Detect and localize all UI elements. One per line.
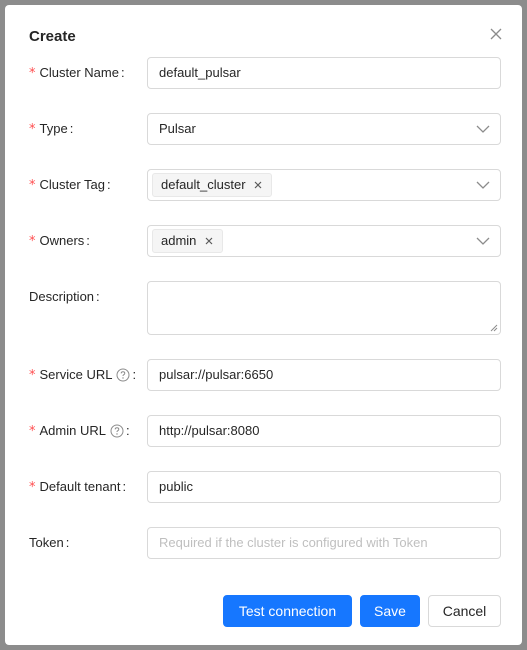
default-tenant-value: public xyxy=(159,479,193,494)
required-mark: * xyxy=(29,424,36,439)
owner-chip: admin xyxy=(152,229,224,253)
save-button[interactable]: Save xyxy=(360,595,420,627)
description-textarea[interactable] xyxy=(147,281,501,335)
token-input[interactable]: Required if the cluster is configured wi… xyxy=(147,527,501,559)
question-circle-icon[interactable] xyxy=(116,368,130,382)
owners-label: * Owners: xyxy=(29,233,90,249)
admin-url-label: * Admin URL : xyxy=(29,423,130,439)
admin-url-value: http://pulsar:8080 xyxy=(159,423,260,438)
cluster-tag-label: * Cluster Tag: xyxy=(29,177,111,193)
cluster-tag-select[interactable]: default_cluster xyxy=(147,169,501,201)
required-mark: * xyxy=(29,122,36,137)
required-mark: * xyxy=(29,234,36,249)
service-url-label: * Service URL : xyxy=(29,367,137,383)
modal-title: Create xyxy=(29,28,76,45)
type-select[interactable]: Pulsar xyxy=(147,113,501,145)
test-connection-button[interactable]: Test connection xyxy=(223,595,352,627)
required-mark: * xyxy=(29,480,36,495)
required-mark: * xyxy=(29,66,36,81)
required-mark: * xyxy=(29,178,36,193)
type-value: Pulsar xyxy=(159,121,196,136)
close-icon[interactable] xyxy=(487,25,505,43)
cancel-button[interactable]: Cancel xyxy=(428,595,501,627)
token-placeholder: Required if the cluster is configured wi… xyxy=(159,535,428,550)
question-circle-icon[interactable] xyxy=(110,424,124,438)
service-url-value: pulsar://pulsar:6650 xyxy=(159,367,274,382)
default-tenant-input[interactable]: public xyxy=(147,471,501,503)
cluster-name-value: default_pulsar xyxy=(159,65,241,80)
resize-handle-icon[interactable] xyxy=(490,324,498,332)
cluster-name-input[interactable]: default_pulsar xyxy=(147,57,501,89)
admin-url-input[interactable]: http://pulsar:8080 xyxy=(147,415,501,447)
cluster-tag-chip: default_cluster xyxy=(152,173,273,197)
type-label: * Type: xyxy=(29,121,74,137)
cluster-name-label: * Cluster Name: xyxy=(29,65,125,81)
description-label: Description: xyxy=(29,289,100,304)
required-mark: * xyxy=(29,368,36,383)
default-tenant-label: * Default tenant: xyxy=(29,479,127,495)
service-url-input[interactable]: pulsar://pulsar:6650 xyxy=(147,359,501,391)
chevron-down-icon xyxy=(476,181,490,189)
create-cluster-modal: Create * Cluster Name: default_pulsar * Ty… xyxy=(5,5,522,645)
chevron-down-icon xyxy=(476,237,490,245)
chevron-down-icon xyxy=(476,125,490,133)
owners-select[interactable]: admin xyxy=(147,225,501,257)
token-label: Token: xyxy=(29,535,70,550)
tag-close-icon[interactable] xyxy=(204,236,214,246)
tag-close-icon[interactable] xyxy=(253,180,263,190)
